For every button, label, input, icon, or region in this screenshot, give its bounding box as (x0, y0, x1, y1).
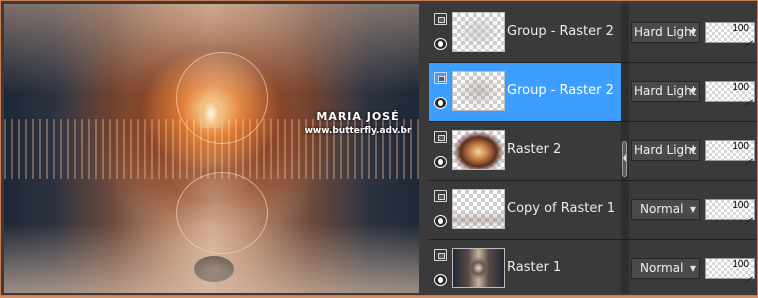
blend-mode-value: Hard Light (634, 143, 697, 157)
eye-icon[interactable] (434, 38, 447, 50)
blend-mode-dropdown[interactable]: Normal ▼ (631, 258, 700, 279)
opacity-field[interactable]: 100 (705, 22, 755, 48)
preview-bottom-wash (4, 223, 419, 293)
layer-name: Group - Raster 2 (507, 83, 614, 98)
opacity-slider-indicator (744, 40, 753, 48)
layer-thumbnail (452, 130, 505, 170)
link-toggle-icon[interactable] (434, 131, 447, 143)
layer-name: Raster 1 (507, 260, 562, 275)
layer-row[interactable]: Group - Raster 2 Hard Light ▼ 100 (429, 4, 757, 63)
eye-icon[interactable] (434, 274, 447, 286)
link-toggle-icon[interactable] (434, 249, 447, 261)
link-toggle-icon[interactable] (434, 13, 447, 25)
layer-toggles (432, 4, 448, 62)
chevron-down-icon: ▼ (689, 87, 696, 96)
blend-mode-value: Normal (640, 261, 684, 275)
chevron-down-icon: ▼ (689, 205, 696, 214)
layer-toggles (432, 122, 448, 180)
blend-mode-dropdown[interactable]: Hard Light ▼ (631, 22, 700, 43)
blend-mode-dropdown[interactable]: Normal ▼ (631, 199, 700, 220)
blend-mode-value: Hard Light (634, 25, 697, 39)
layer-thumbnail (452, 248, 505, 288)
opacity-field[interactable]: 100 (705, 199, 755, 225)
opacity-value: 100 (732, 141, 749, 152)
layer-thumbnail (452, 71, 505, 111)
eye-icon[interactable] (434, 156, 447, 168)
layer-toggles (432, 240, 448, 298)
layer-blend-controls: Hard Light ▼ 100 (629, 63, 757, 121)
layer-thumbnail (452, 189, 505, 229)
column-separator (621, 4, 629, 62)
link-toggle-icon[interactable] (434, 190, 447, 202)
layers-panel: Group - Raster 2 Hard Light ▼ 100 Group … (429, 4, 757, 293)
preview-flower (197, 92, 225, 128)
opacity-slider-indicator (744, 217, 753, 225)
watermark: MARIA JOSÉ www.butterfly.adv.br (299, 110, 417, 136)
layer-blend-controls: Hard Light ▼ 100 (629, 122, 757, 180)
layer-toggles (432, 63, 448, 121)
app-frame: MARIA JOSÉ www.butterfly.adv.br Group - … (0, 0, 758, 296)
blend-mode-dropdown[interactable]: Hard Light ▼ (631, 81, 700, 102)
column-separator (621, 63, 629, 121)
watermark-name: MARIA JOSÉ (316, 110, 400, 123)
link-toggle-icon[interactable] (434, 72, 447, 84)
layer-name: Raster 2 (507, 142, 562, 157)
opacity-value: 100 (732, 23, 749, 34)
layer-blend-controls: Hard Light ▼ 100 (629, 4, 757, 62)
eye-icon[interactable] (434, 215, 447, 227)
watermark-url: www.butterfly.adv.br (304, 126, 412, 136)
column-separator (621, 240, 629, 293)
opacity-field[interactable]: 100 (705, 140, 755, 166)
layer-name: Group - Raster 2 (507, 24, 614, 39)
opacity-value: 100 (732, 200, 749, 211)
layer-row[interactable]: Copy of Raster 1 Normal ▼ 100 (429, 181, 757, 240)
eye-icon[interactable] (434, 97, 447, 109)
layer-thumbnail (452, 12, 505, 52)
layer-blend-controls: Normal ▼ 100 (629, 181, 757, 239)
chevron-down-icon: ▼ (689, 146, 696, 155)
column-separator (621, 181, 629, 239)
blend-mode-value: Normal (640, 202, 684, 216)
opacity-value: 100 (732, 259, 749, 270)
opacity-slider-indicator (744, 99, 753, 107)
layer-toggles (432, 181, 448, 239)
panel-splitter-handle[interactable] (622, 141, 627, 177)
chevron-down-icon: ▼ (689, 28, 696, 37)
layer-row[interactable]: Raster 1 Normal ▼ 100 (429, 240, 757, 293)
opacity-field[interactable]: 100 (705, 258, 755, 284)
opacity-field[interactable]: 100 (705, 81, 755, 107)
canvas-preview[interactable]: MARIA JOSÉ www.butterfly.adv.br (4, 4, 419, 293)
layer-row[interactable]: Raster 2 Hard Light ▼ 100 (429, 122, 757, 181)
layer-row-selected[interactable]: Group - Raster 2 Hard Light ▼ 100 (429, 63, 757, 122)
chevron-down-icon: ▼ (689, 264, 696, 273)
opacity-slider-indicator (744, 276, 753, 284)
blend-mode-value: Hard Light (634, 84, 697, 98)
opacity-value: 100 (732, 82, 749, 93)
layer-blend-controls: Normal ▼ 100 (629, 240, 757, 293)
blend-mode-dropdown[interactable]: Hard Light ▼ (631, 140, 700, 161)
layer-name: Copy of Raster 1 (507, 201, 616, 216)
opacity-slider-indicator (744, 158, 753, 166)
